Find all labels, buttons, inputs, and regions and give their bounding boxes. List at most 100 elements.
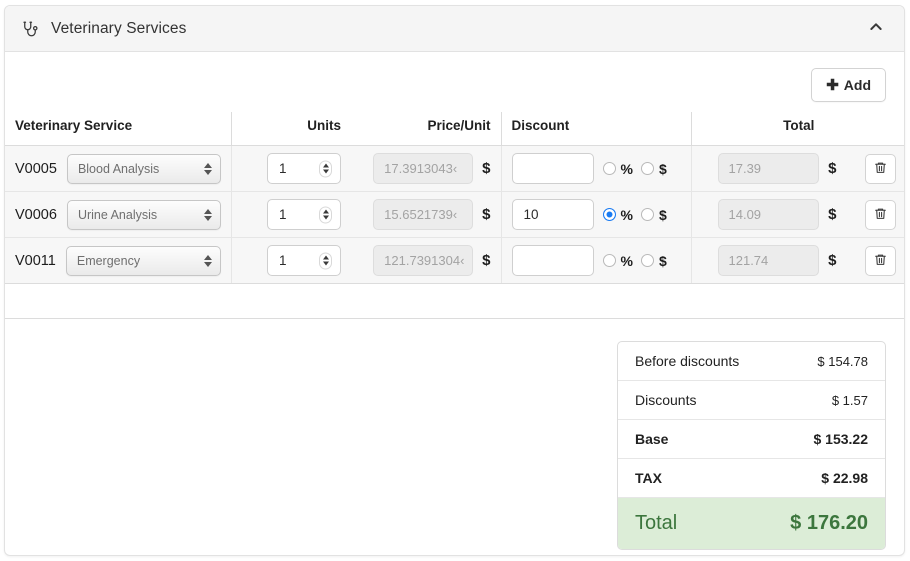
- discount-percent-radio[interactable]: [602, 254, 616, 267]
- discount-input[interactable]: [511, 245, 594, 276]
- cell-total: 14.09 $: [690, 191, 904, 238]
- delete-row-button[interactable]: [865, 199, 896, 230]
- units-input[interactable]: 1: [267, 245, 341, 276]
- select-arrows-icon: [203, 254, 212, 267]
- percent-label: %: [620, 252, 633, 269]
- service-select-value: Urine Analysis: [77, 207, 158, 222]
- delete-row-button[interactable]: [865, 245, 896, 276]
- cell-service: V0011 Emergency: [5, 237, 231, 284]
- summary-row: Base $ 153.22: [618, 420, 885, 459]
- price-per-unit-field: 121.7391304‹: [373, 245, 474, 276]
- discount-amount-radio[interactable]: [640, 254, 654, 267]
- grand-total-label: Total: [635, 512, 678, 534]
- cell-price: 17.3913043‹ $: [351, 145, 501, 192]
- units-stepper-icon[interactable]: [319, 252, 332, 269]
- amount-label: $: [658, 252, 667, 269]
- collapse-toggle-button[interactable]: [862, 15, 890, 43]
- summary-value: $ 1.57: [831, 392, 868, 408]
- column-header-discount: Discount: [500, 112, 691, 146]
- card-body: ✚ Add Veterinary Service Units Price/Uni…: [5, 52, 904, 550]
- service-select[interactable]: Urine Analysis: [66, 199, 221, 230]
- amount-label: $: [658, 160, 667, 177]
- units-stepper-icon[interactable]: [319, 206, 332, 223]
- percent-label: %: [620, 160, 633, 177]
- summary-label: Before discounts: [635, 353, 740, 369]
- discount-amount-radio[interactable]: [640, 162, 654, 175]
- table-row: V0011 Emergency 1 121.7391304‹ $ % $ 121…: [5, 237, 904, 284]
- discount-percent-radio[interactable]: [602, 162, 616, 175]
- card-header: Veterinary Services: [5, 6, 904, 52]
- summary-value: $ 22.98: [821, 470, 868, 486]
- stethoscope-icon: [21, 20, 39, 38]
- units-stepper-icon[interactable]: [319, 160, 332, 177]
- plus-icon: ✚: [826, 76, 839, 94]
- discount-percent-radio[interactable]: [602, 208, 616, 221]
- cell-total: 121.74 $: [690, 237, 904, 284]
- service-code: V0005: [15, 160, 57, 177]
- amount-label: $: [658, 206, 667, 223]
- service-select-value: Emergency: [76, 253, 141, 268]
- services-table: Veterinary Service Units Price/Unit Disc…: [5, 112, 904, 284]
- cell-price: 15.6521739‹ $: [351, 191, 501, 238]
- row-total-field: 121.74: [717, 245, 820, 276]
- price-value: 121.7391304‹: [384, 253, 465, 268]
- currency-symbol: $: [482, 252, 491, 269]
- percent-label: %: [620, 206, 633, 223]
- cell-discount: % $: [500, 145, 691, 192]
- column-header-price: Price/Unit: [351, 112, 501, 146]
- add-service-button[interactable]: ✚ Add: [811, 68, 886, 102]
- discount-input[interactable]: [511, 153, 594, 184]
- cell-units: 1: [230, 237, 351, 284]
- veterinary-services-card: Veterinary Services ✚ Add Veterinary Ser…: [4, 5, 905, 556]
- trash-icon: [874, 253, 887, 269]
- summary-label: Discounts: [635, 392, 697, 408]
- summary-row: Before discounts $ 154.78: [618, 342, 885, 381]
- totals-summary-panel: Before discounts $ 154.78 Discounts $ 1.5…: [617, 341, 886, 550]
- units-value: 1: [279, 207, 287, 222]
- delete-row-button[interactable]: [865, 153, 896, 184]
- row-total-field: 14.09: [717, 199, 820, 230]
- discount-value: 10: [523, 207, 539, 222]
- column-header-total: Total: [690, 112, 904, 146]
- column-header-units: Units: [230, 112, 351, 146]
- discount-mode-group: % $: [602, 252, 670, 269]
- summary-row: TAX $ 22.98: [618, 459, 885, 498]
- toolbar: ✚ Add: [5, 52, 904, 112]
- price-value: 17.3913043‹: [384, 161, 458, 176]
- grand-total-value: $ 176.20: [790, 512, 868, 534]
- table-row: V0005 Blood Analysis 1 17.3913043‹ $ % $…: [5, 145, 904, 192]
- service-select[interactable]: Emergency: [65, 245, 221, 276]
- summary-label: Base: [635, 431, 669, 447]
- cell-discount: 10 % $: [500, 191, 691, 238]
- row-total-field: 17.39: [717, 153, 820, 184]
- row-total-value: 121.74: [728, 253, 769, 268]
- currency-symbol: $: [482, 160, 491, 177]
- row-total-value: 17.39: [728, 161, 762, 176]
- discount-amount-radio[interactable]: [640, 208, 654, 221]
- cell-units: 1: [230, 145, 351, 192]
- units-input[interactable]: 1: [267, 153, 341, 184]
- chevron-up-icon: [868, 19, 884, 38]
- summary-grand-total-row: Total $ 176.20: [618, 498, 885, 549]
- currency-symbol: $: [482, 206, 491, 223]
- select-arrows-icon: [203, 208, 212, 221]
- add-button-label: Add: [843, 77, 871, 93]
- discount-mode-group: % $: [602, 206, 670, 223]
- currency-symbol: $: [828, 252, 837, 269]
- column-header-service: Veterinary Service: [5, 112, 231, 146]
- service-select[interactable]: Blood Analysis: [66, 153, 221, 184]
- summary-value: $ 153.22: [813, 431, 869, 447]
- currency-symbol: $: [828, 160, 837, 177]
- cell-total: 17.39 $: [690, 145, 904, 192]
- price-value: 15.6521739‹: [384, 207, 458, 222]
- summary-row: Discounts $ 1.57: [618, 381, 885, 420]
- service-select-value: Blood Analysis: [77, 161, 160, 176]
- cell-units: 1: [230, 191, 351, 238]
- discount-input[interactable]: 10: [511, 199, 594, 230]
- summary-zone: Before discounts $ 154.78 Discounts $ 1.5…: [5, 319, 904, 550]
- units-input[interactable]: 1: [267, 199, 341, 230]
- service-code: V0011: [15, 252, 56, 269]
- trash-icon: [874, 207, 887, 223]
- units-value: 1: [279, 253, 287, 268]
- table-header-row: Veterinary Service Units Price/Unit Disc…: [5, 112, 904, 146]
